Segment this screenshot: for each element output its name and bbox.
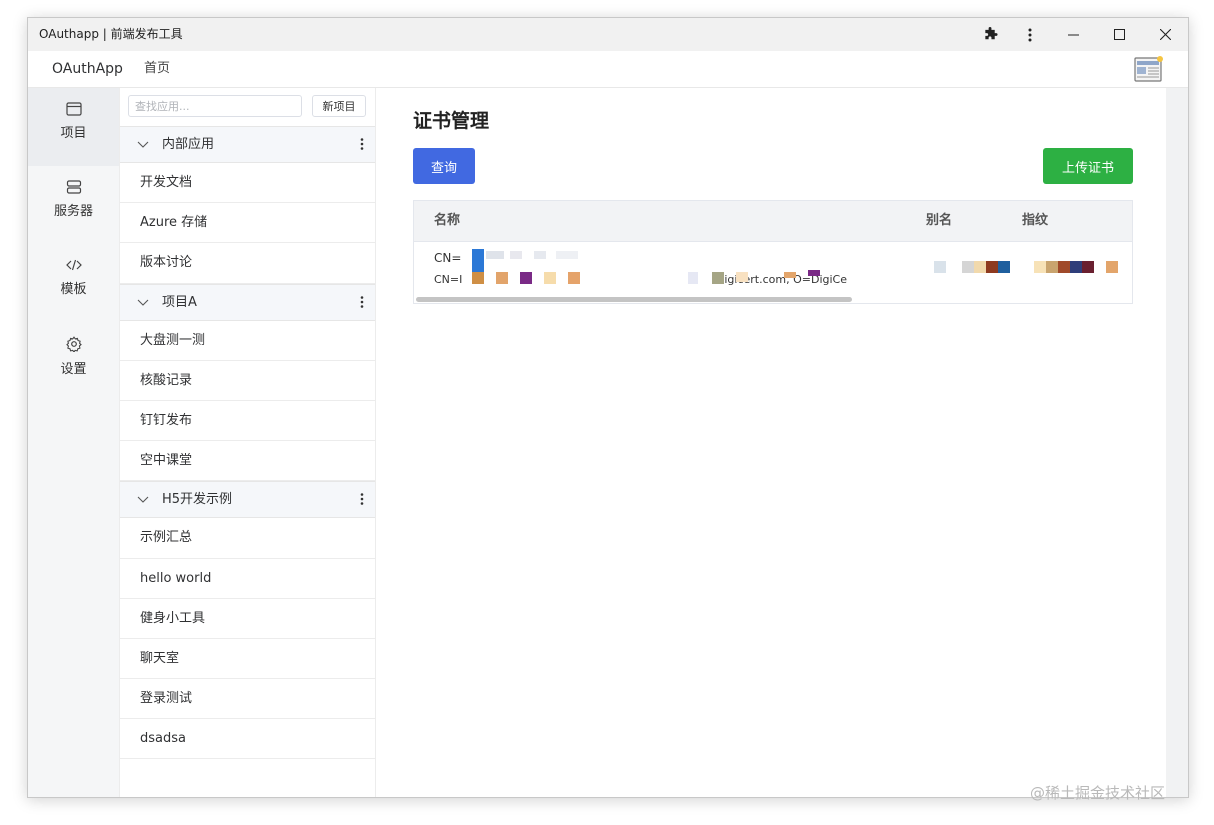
window-icon [65,102,82,116]
extensions-icon[interactable] [970,18,1010,51]
nav-templates[interactable]: 模板 [28,244,119,322]
code-icon [65,259,82,271]
window-controls [970,18,1188,51]
chevron-down-icon [137,141,149,148]
main-content: 证书管理 查询 上传证书 名称 别名 指纹 CN= CN=I igicert.co… [381,88,1165,797]
column-alias[interactable]: 别名 [926,201,952,241]
query-button[interactable]: 查询 [413,148,475,184]
list-item[interactable]: 版本讨论 [120,243,375,284]
new-project-button[interactable]: 新项目 [312,95,366,117]
list-item[interactable]: 钉钉发布 [120,401,375,442]
server-icon [66,180,81,194]
list-item[interactable]: 聊天室 [120,639,375,680]
project-list: 内部应用 开发文档 Azure 存储 版本讨论 项目A 大盘测一测 核酸记录 钉… [120,126,375,760]
nav-settings[interactable]: 设置 [28,322,119,400]
list-item[interactable]: 空中课堂 [120,441,375,482]
title-bar: OAuthapp | 前端发布工具 [28,18,1188,51]
app-name-menu[interactable]: OAuthApp [52,51,123,87]
watermark: @稀土掘金技术社区 [1030,784,1166,802]
close-button[interactable] [1142,18,1188,51]
menu-bar: OAuthApp 首页 [28,51,1188,88]
list-item[interactable]: 示例汇总 [120,518,375,559]
list-item[interactable]: 核酸记录 [120,361,375,401]
activity-bar: 项目 服务器 模板 设置 [28,88,120,797]
search-input[interactable] [128,95,302,117]
nav-projects-label: 项目 [60,126,87,141]
group-name: H5开发示例 [162,492,233,508]
project-panel: 新项目 内部应用 开发文档 Azure 存储 版本讨论 项目A 大盘测一测 核酸… [120,88,376,797]
gear-icon [65,336,82,352]
group-name: 项目A [162,294,197,310]
vertical-scroll-track[interactable] [1166,88,1188,797]
certificate-table: 名称 别名 指纹 CN= CN=I igicert.com, O=DigiCe [413,200,1133,304]
table-header: 名称 别名 指纹 [414,201,1132,242]
nav-projects[interactable]: 项目 [28,88,119,166]
group-name: 内部应用 [162,137,215,152]
cert-issuer-prefix: CN=I [434,273,463,286]
list-item[interactable]: 大盘测一测 [120,321,375,361]
page-title: 证书管理 [413,110,490,132]
chevron-down-icon [137,299,149,306]
list-item[interactable]: dsadsa [120,719,375,760]
nav-templates-label: 模板 [60,282,87,297]
home-menu[interactable]: 首页 [144,51,170,87]
group-header[interactable]: 内部应用 [120,126,375,163]
more-menu-icon[interactable] [1010,18,1050,51]
app-window: OAuthapp | 前端发布工具 OAuthApp 首页 项目 服务器 模板 … [27,17,1189,798]
news-icon[interactable] [1134,55,1164,83]
column-name[interactable]: 名称 [434,201,460,241]
window-title: OAuthapp | 前端发布工具 [39,27,183,41]
column-fingerprint[interactable]: 指纹 [1022,201,1048,241]
cert-subject: CN= [434,251,462,265]
more-vertical-icon[interactable] [360,295,364,309]
nav-servers[interactable]: 服务器 [28,166,119,244]
group-header[interactable]: H5开发示例 [120,481,375,519]
upload-certificate-button[interactable]: 上传证书 [1043,148,1133,184]
group-header[interactable]: 项目A [120,283,375,321]
more-vertical-icon[interactable] [360,492,364,506]
nav-servers-label: 服务器 [53,204,93,219]
table-row[interactable]: CN= CN=I igicert.com, O=DigiCe [414,242,1132,294]
horizontal-scrollbar[interactable] [416,297,852,302]
more-vertical-icon[interactable] [360,137,364,151]
nav-settings-label: 设置 [60,362,87,377]
list-item[interactable]: 健身小工具 [120,599,375,639]
chevron-down-icon [137,496,149,504]
maximize-button[interactable] [1096,18,1142,51]
list-item[interactable]: 开发文档 [120,163,375,204]
list-item[interactable]: 登录测试 [120,679,375,720]
minimize-button[interactable] [1050,18,1096,51]
list-item[interactable]: Azure 存储 [120,203,375,244]
list-item[interactable]: hello world [120,559,375,599]
